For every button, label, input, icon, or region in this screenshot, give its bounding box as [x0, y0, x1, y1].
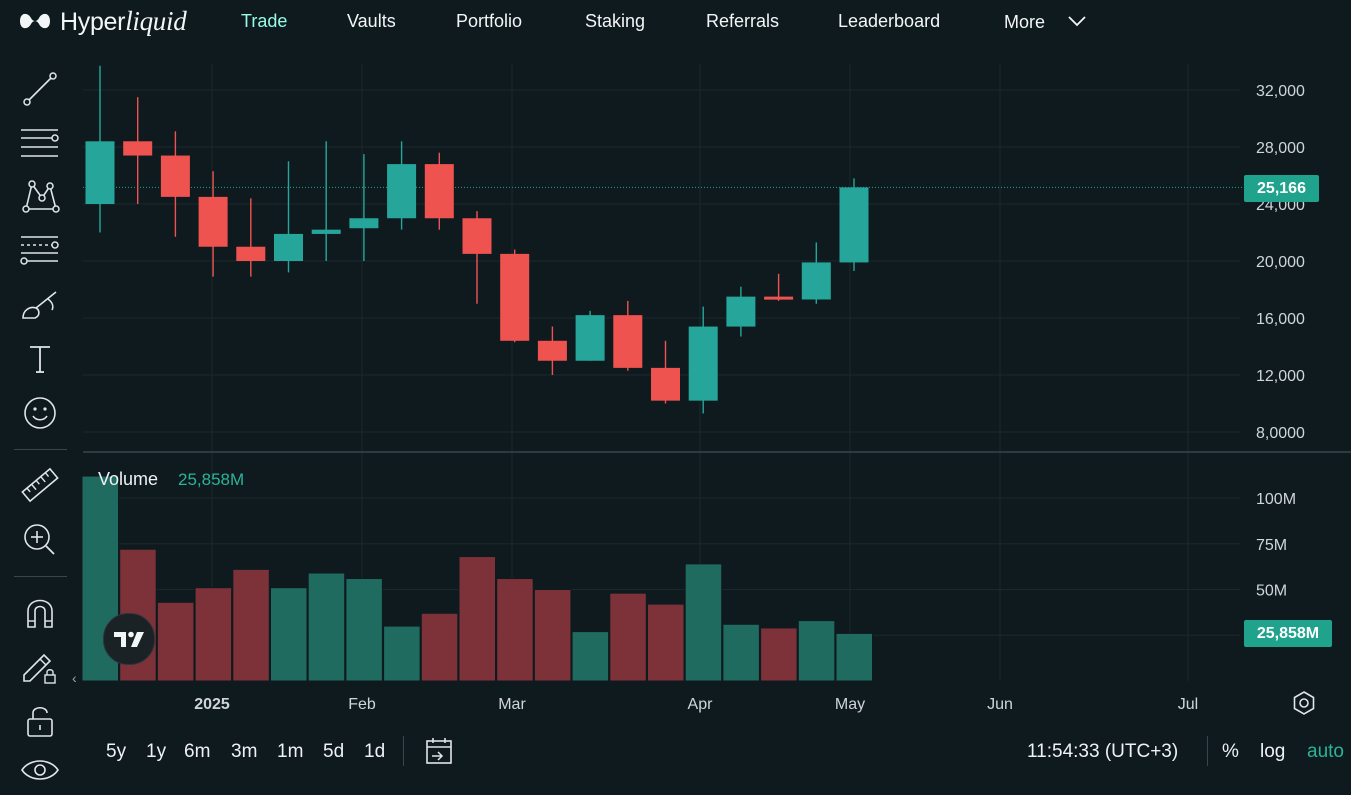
price-tick-label: 28,000	[1256, 140, 1305, 157]
time-tick-label: May	[835, 696, 865, 713]
candle-body	[462, 218, 492, 254]
range-5d[interactable]: 5d	[323, 741, 344, 763]
range-6m[interactable]: 6m	[184, 741, 210, 763]
volume-bar	[647, 603, 685, 682]
volume-bar	[194, 587, 233, 682]
candle-body	[500, 253, 530, 341]
volume-tick-label: 50M	[1256, 583, 1287, 600]
volume-badge: 25,858M	[1244, 620, 1332, 647]
candle-body	[651, 367, 680, 401]
auto-toggle[interactable]: auto	[1307, 741, 1344, 763]
volume-bars	[81, 475, 873, 682]
candle-body	[387, 164, 417, 219]
volume-bar	[345, 578, 383, 682]
candle-body	[236, 246, 266, 261]
candle-body	[424, 164, 454, 219]
volume-bar	[797, 620, 836, 682]
volume-bar	[496, 578, 534, 682]
tradingview-icon	[114, 631, 144, 647]
calendar-goto-icon[interactable]	[423, 736, 455, 766]
price-tick-label: 12,000	[1256, 368, 1305, 385]
time-tick-label: Feb	[348, 696, 376, 713]
volume-bar	[760, 627, 798, 682]
volume-value: 25,858M	[178, 470, 245, 489]
candle-body	[311, 229, 341, 234]
time-tick-label: Jul	[1178, 696, 1198, 713]
time-tick-label: Jun	[987, 696, 1013, 713]
candle-body	[274, 233, 303, 261]
bottom-divider	[1207, 736, 1208, 766]
candle-body	[537, 340, 567, 361]
range-1d[interactable]: 1d	[364, 741, 385, 763]
volume-bar	[722, 623, 760, 682]
candle-body	[198, 196, 228, 247]
price-tick-label: 20,000	[1256, 254, 1305, 271]
range-1m[interactable]: 1m	[277, 741, 303, 763]
price-tick-label: 16,000	[1256, 311, 1305, 328]
time-tick-label: Mar	[498, 696, 526, 713]
bottom-toolbar: 5y 1y 6m 3m 1m 5d 1d 11:54:33 (UTC+3) % …	[0, 728, 1351, 774]
candle-body	[613, 315, 643, 368]
volume-bar	[383, 625, 421, 682]
range-3m[interactable]: 3m	[231, 741, 257, 763]
volume-bar	[684, 563, 723, 682]
candle-body	[839, 187, 869, 263]
candle-body	[688, 326, 718, 401]
range-5y[interactable]: 5y	[106, 741, 126, 763]
price-tick-label: 32,000	[1256, 83, 1305, 100]
settings-gear-icon[interactable]	[1291, 690, 1317, 716]
candle-body	[575, 315, 605, 361]
last-price-badge: 25,166	[1244, 175, 1319, 202]
price-axis: 32,00028,00024,00020,00016,00012,0008,00…	[1256, 83, 1305, 442]
time-axis: 2025 Feb Mar Apr May Jun Jul	[194, 696, 1198, 713]
candle-body	[801, 262, 831, 300]
volume-bar	[609, 592, 647, 682]
volume-bar	[232, 568, 270, 682]
volume-bar	[533, 589, 572, 682]
candle-body	[726, 296, 756, 327]
candles	[85, 65, 869, 414]
volume-bar	[458, 556, 496, 682]
volume-bar	[270, 587, 308, 682]
log-toggle[interactable]: log	[1260, 741, 1285, 763]
candle-body	[85, 141, 115, 204]
time-tick-label: Apr	[688, 696, 714, 713]
price-chart[interactable]: 32,00028,00024,00020,00016,00012,0008,00…	[0, 0, 1351, 728]
volume-title: Volume	[98, 469, 159, 489]
bottom-divider	[403, 736, 404, 766]
volume-bar	[307, 572, 346, 682]
volume-axis: 100M 75M 50M	[1256, 491, 1296, 600]
range-1y[interactable]: 1y	[146, 741, 166, 763]
time-tick-label: 2025	[194, 696, 230, 713]
volume-bar	[571, 631, 610, 682]
volume-tick-label: 100M	[1256, 491, 1296, 508]
candle-body	[349, 218, 379, 229]
volume-bar	[835, 632, 873, 682]
price-tick-label: 8,0000	[1256, 425, 1305, 442]
volume-bar	[420, 612, 459, 682]
candle-body	[123, 141, 153, 156]
candle-body	[764, 296, 794, 300]
candle-body	[160, 155, 190, 197]
clock-timezone[interactable]: 11:54:33 (UTC+3)	[1027, 741, 1178, 763]
volume-bar	[156, 601, 195, 682]
percent-toggle[interactable]: %	[1222, 741, 1239, 763]
volume-tick-label: 75M	[1256, 537, 1287, 554]
tradingview-logo[interactable]	[103, 613, 155, 665]
